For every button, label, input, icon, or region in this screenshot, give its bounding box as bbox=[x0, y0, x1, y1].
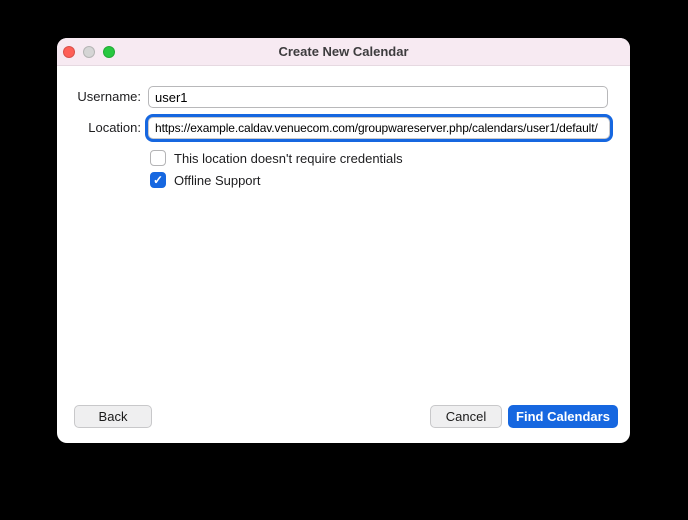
offline-support-checkbox-label: Offline Support bbox=[174, 172, 261, 188]
username-input[interactable] bbox=[148, 86, 608, 108]
username-label: Username: bbox=[77, 89, 141, 104]
location-label: Location: bbox=[88, 120, 141, 135]
offline-support-checkbox[interactable] bbox=[150, 172, 166, 188]
find-calendars-button[interactable]: Find Calendars bbox=[508, 405, 618, 428]
offline-support-checkbox-row: Offline Support bbox=[150, 172, 260, 188]
credentials-checkbox-label: This location doesn't require credential… bbox=[174, 150, 403, 166]
titlebar[interactable]: Create New Calendar bbox=[57, 38, 630, 66]
credentials-checkbox-row: This location doesn't require credential… bbox=[150, 150, 403, 166]
window-title: Create New Calendar bbox=[278, 44, 409, 59]
back-button[interactable]: Back bbox=[74, 405, 152, 428]
location-input[interactable] bbox=[148, 117, 610, 139]
credentials-checkbox[interactable] bbox=[150, 150, 166, 166]
cancel-button[interactable]: Cancel bbox=[430, 405, 502, 428]
desktop-background: { "window": { "title": "Create New Calen… bbox=[0, 0, 688, 520]
create-new-calendar-dialog: Create New Calendar Username: Location: … bbox=[57, 38, 630, 443]
